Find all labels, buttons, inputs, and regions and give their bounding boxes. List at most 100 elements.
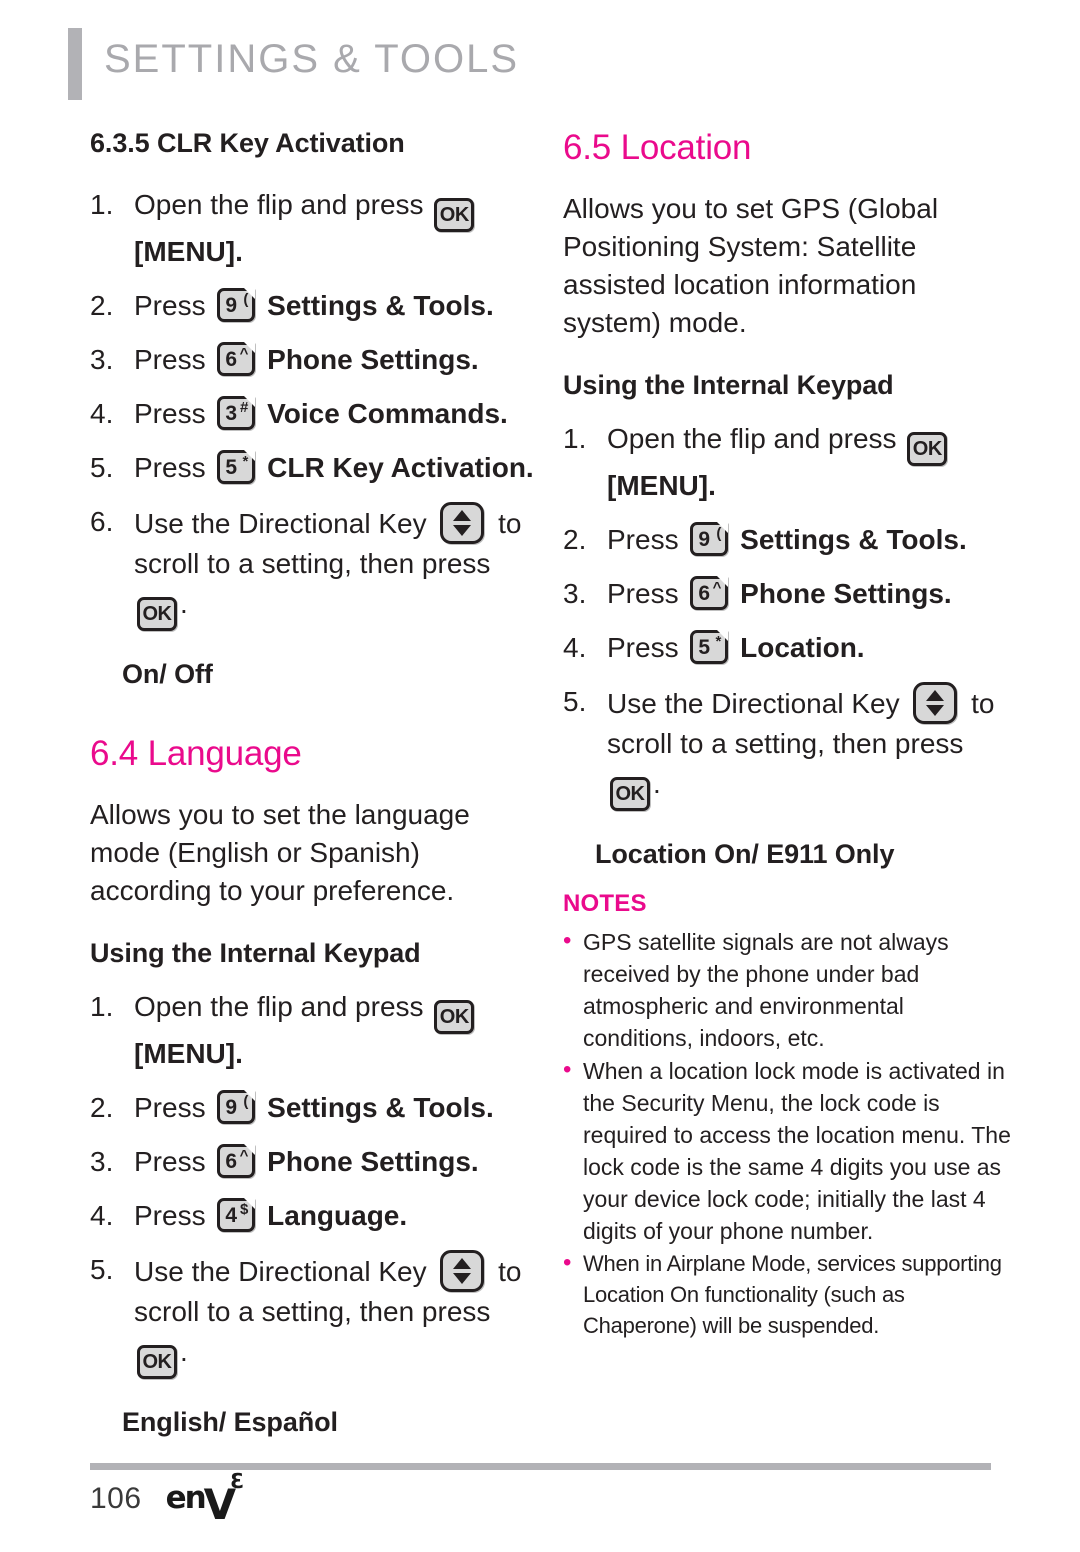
step-number: 5.: [90, 1254, 114, 1285]
step-number: 6.: [90, 506, 114, 537]
digit-key-number: 3: [225, 402, 238, 425]
step-text-pre: Press: [134, 1200, 206, 1231]
step-text-pre: Press: [134, 1146, 206, 1177]
intro-location: Allows you to set GPS (Global Positionin…: [563, 193, 939, 338]
step-number: 4.: [90, 1200, 114, 1231]
step-item: 3. Press 6 ^ Phone Settings.: [563, 574, 1015, 614]
step-text-post: Location.: [740, 632, 865, 663]
step-text-post: Settings & Tools.: [740, 524, 967, 555]
step-item: 3. Press 6 ^ Phone Settings.: [90, 1142, 542, 1182]
step-text-pre: Press: [607, 632, 679, 663]
step-number: 1.: [563, 423, 587, 454]
step-continuation-post: .: [180, 588, 188, 619]
step-text: Press 4 $ Language.: [134, 1198, 407, 1232]
step-number: 2.: [90, 290, 114, 321]
step-text-pre: Open the flip and press: [134, 991, 424, 1022]
step-item: 1. Open the flip and press OK [MENU].: [90, 987, 542, 1074]
step-text-pre: Press: [607, 524, 679, 555]
digit-key-symbol: (: [243, 1093, 249, 1110]
step-text-pre: Press: [134, 398, 206, 429]
heading-location: 6.5 Location: [563, 128, 752, 167]
note-item: When in Airplane Mode, services supporti…: [563, 1247, 1015, 1341]
arrow-up-icon: [453, 510, 472, 521]
intro-language: Allows you to set the language mode (Eng…: [90, 799, 470, 906]
digit-key-icon: 4 $: [217, 1198, 256, 1232]
step-continuation-post: .: [180, 1336, 188, 1367]
header-accent-bar: [68, 28, 82, 100]
digit-key-number: 6: [225, 348, 238, 371]
option-heading-on-off: On/ Off: [122, 659, 213, 689]
step-continuation-pre: scroll to a setting, then press: [134, 548, 491, 579]
right-column: 6.5 Location Allows you to set GPS (Glob…: [563, 128, 1015, 1342]
steps-language: 1. Open the flip and press OK [MENU]. 2.…: [90, 987, 542, 1379]
digit-key-icon: 6 ^: [217, 1144, 256, 1178]
step-number: 5.: [90, 452, 114, 483]
step-text: Open the flip and press OK: [607, 423, 950, 466]
running-header: SETTINGS & TOOLS: [68, 28, 519, 100]
step-item: 4. Press 5 * Location.: [563, 628, 1015, 668]
step-continuation: scroll to a setting, then press OK.: [607, 724, 1015, 811]
step-item: 5. Use the Directional Key to scroll to …: [90, 1250, 542, 1379]
digit-key-symbol: $: [240, 1201, 249, 1218]
directional-key-icon: [440, 502, 485, 544]
digit-key-icon: 9(: [690, 522, 729, 556]
subheading-internal-keypad-language: Using the Internal Keypad: [90, 938, 421, 968]
digit-key-number: 6: [698, 582, 711, 605]
step-text: Press 6 ^ Phone Settings.: [607, 576, 952, 610]
step-continuation-bold: [MENU].: [134, 1038, 243, 1069]
step-text: Press 5 * CLR Key Activation.: [134, 450, 534, 484]
digit-key-icon: 3 #: [217, 396, 256, 430]
step-text-pre: Press: [134, 344, 206, 375]
option-heading-english-espanol: English/ Español: [122, 1407, 338, 1437]
step-continuation-bold: [MENU].: [607, 470, 716, 501]
step-item: 2. Press 9( Settings & Tools.: [90, 1088, 542, 1128]
step-item: 3. Press 6 ^ Phone Settings.: [90, 340, 542, 380]
step-item: 1. Open the flip and press OK [MENU].: [90, 185, 542, 272]
step-continuation: scroll to a setting, then press OK.: [134, 1292, 542, 1379]
digit-key-icon: 9(: [217, 288, 256, 322]
digit-key-number: 9: [698, 528, 711, 551]
step-text-pre: Use the Directional Key: [134, 508, 427, 539]
step-number: 5.: [563, 686, 587, 717]
digit-key-symbol: ^: [712, 579, 722, 596]
notes-title: NOTES: [563, 890, 647, 917]
digit-key-number: 9: [225, 294, 238, 317]
digit-key-icon: 6 ^: [690, 576, 729, 610]
notes-list: GPS satellite signals are not always rec…: [563, 925, 1015, 1341]
step-text-post: to: [971, 688, 995, 719]
step-number: 3.: [563, 578, 587, 609]
step-text-pre: Open the flip and press: [134, 189, 424, 220]
running-header-title: SETTINGS & TOOLS: [104, 37, 520, 81]
digit-key-symbol: *: [242, 453, 249, 470]
step-continuation-pre: scroll to a setting, then press: [134, 1296, 491, 1327]
step-text-post: Voice Commands.: [267, 398, 508, 429]
step-text-pre: Use the Directional Key: [607, 688, 900, 719]
page-number: 106: [90, 1482, 142, 1515]
step-text: Open the flip and press OK: [134, 991, 477, 1034]
ok-key-icon: OK: [907, 432, 948, 466]
step-text-post: Phone Settings.: [267, 344, 479, 375]
step-text: Use the Directional Key to: [607, 682, 995, 724]
digit-key-symbol: (: [716, 525, 722, 542]
digit-key-symbol: ^: [239, 1147, 249, 1164]
left-column: 6.3.5 CLR Key Activation 1. Open the fli…: [90, 128, 542, 1456]
step-text: Press 9( Settings & Tools.: [134, 1090, 494, 1124]
step-continuation-bold: [MENU].: [134, 236, 243, 267]
arrow-down-icon: [926, 705, 945, 716]
step-text-pre: Press: [134, 290, 206, 321]
brand-v: V: [203, 1480, 236, 1529]
step-text-post: Settings & Tools.: [267, 1092, 494, 1123]
step-number: 2.: [563, 524, 587, 555]
ok-key-icon: OK: [137, 1345, 177, 1379]
arrow-up-icon: [926, 690, 945, 701]
step-text: Open the flip and press OK: [134, 189, 477, 232]
brand-logo: en V 3: [166, 1469, 247, 1529]
digit-key-number: 4: [225, 1204, 238, 1227]
footer-rule: [90, 1463, 991, 1470]
ok-key-icon: OK: [610, 777, 650, 811]
step-item: 1. Open the flip and press OK [MENU].: [563, 419, 1015, 506]
digit-key-symbol: (: [243, 291, 249, 308]
step-continuation-post: .: [653, 768, 661, 799]
step-text-pre: Use the Directional Key: [134, 1256, 427, 1287]
step-continuation-pre: scroll to a setting, then press: [607, 728, 964, 759]
